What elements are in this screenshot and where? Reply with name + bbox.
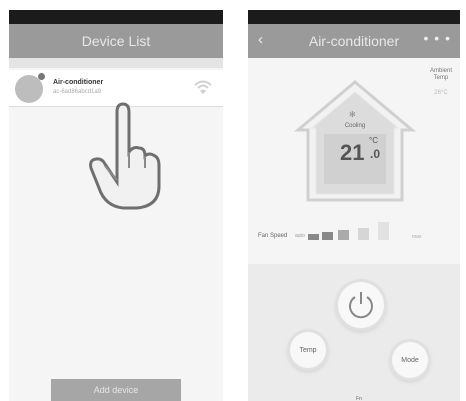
set-temperature: 21 <box>340 140 365 165</box>
mode-button[interactable]: Mode <box>392 342 428 378</box>
page-title: Device List <box>81 33 151 49</box>
fan-high-label: max <box>412 234 422 240</box>
device-avatar <box>15 73 45 103</box>
fan-speed-bars[interactable] <box>308 222 406 240</box>
back-icon[interactable]: ‹ <box>258 31 263 48</box>
mode-status: Cooling <box>344 123 366 129</box>
fan-speed-label: Fan Speed <box>258 233 288 239</box>
power-icon <box>349 292 373 319</box>
device-list-screen: Device List Air-conditioner ac-6ad86abcd… <box>9 10 223 401</box>
status-bar <box>9 10 223 24</box>
fan-low-label: auto <box>295 233 305 239</box>
fan-bar-3[interactable] <box>338 230 349 240</box>
device-id: ac-6ad86abcd1a9 <box>53 89 102 95</box>
wifi-icon <box>194 80 212 94</box>
ambient-temp-value: 26°C <box>434 90 448 96</box>
device-name: Air-conditioner <box>53 79 104 86</box>
temperature-unit: °C <box>369 136 378 145</box>
status-bar <box>248 10 460 24</box>
title-bar: Device List <box>9 24 223 58</box>
pointing-hand-icon <box>89 102 161 210</box>
fan-bar-1[interactable] <box>308 234 319 240</box>
fan-bar-2[interactable] <box>322 232 333 240</box>
power-button[interactable] <box>338 282 384 328</box>
temperature-decimal: .0 <box>370 147 381 161</box>
more-icon[interactable]: • • • <box>424 30 451 46</box>
title-bar: ‹ Air-conditioner • • • <box>248 24 460 58</box>
snowflake-icon: ✻ <box>349 110 356 119</box>
ambient-temp-label: Ambient Temp <box>429 68 452 81</box>
add-device-button[interactable]: Add device <box>51 379 181 401</box>
page-title: Air-conditioner <box>308 33 400 49</box>
ac-control-screen: ‹ Air-conditioner • • • Ambient Temp 26°… <box>248 10 460 401</box>
fan-bar-4[interactable] <box>358 228 369 240</box>
divider-strip <box>9 58 223 68</box>
fan-bar-5[interactable] <box>378 222 389 240</box>
bottom-label: Fn <box>356 396 362 401</box>
temp-button[interactable]: Temp <box>290 332 326 368</box>
